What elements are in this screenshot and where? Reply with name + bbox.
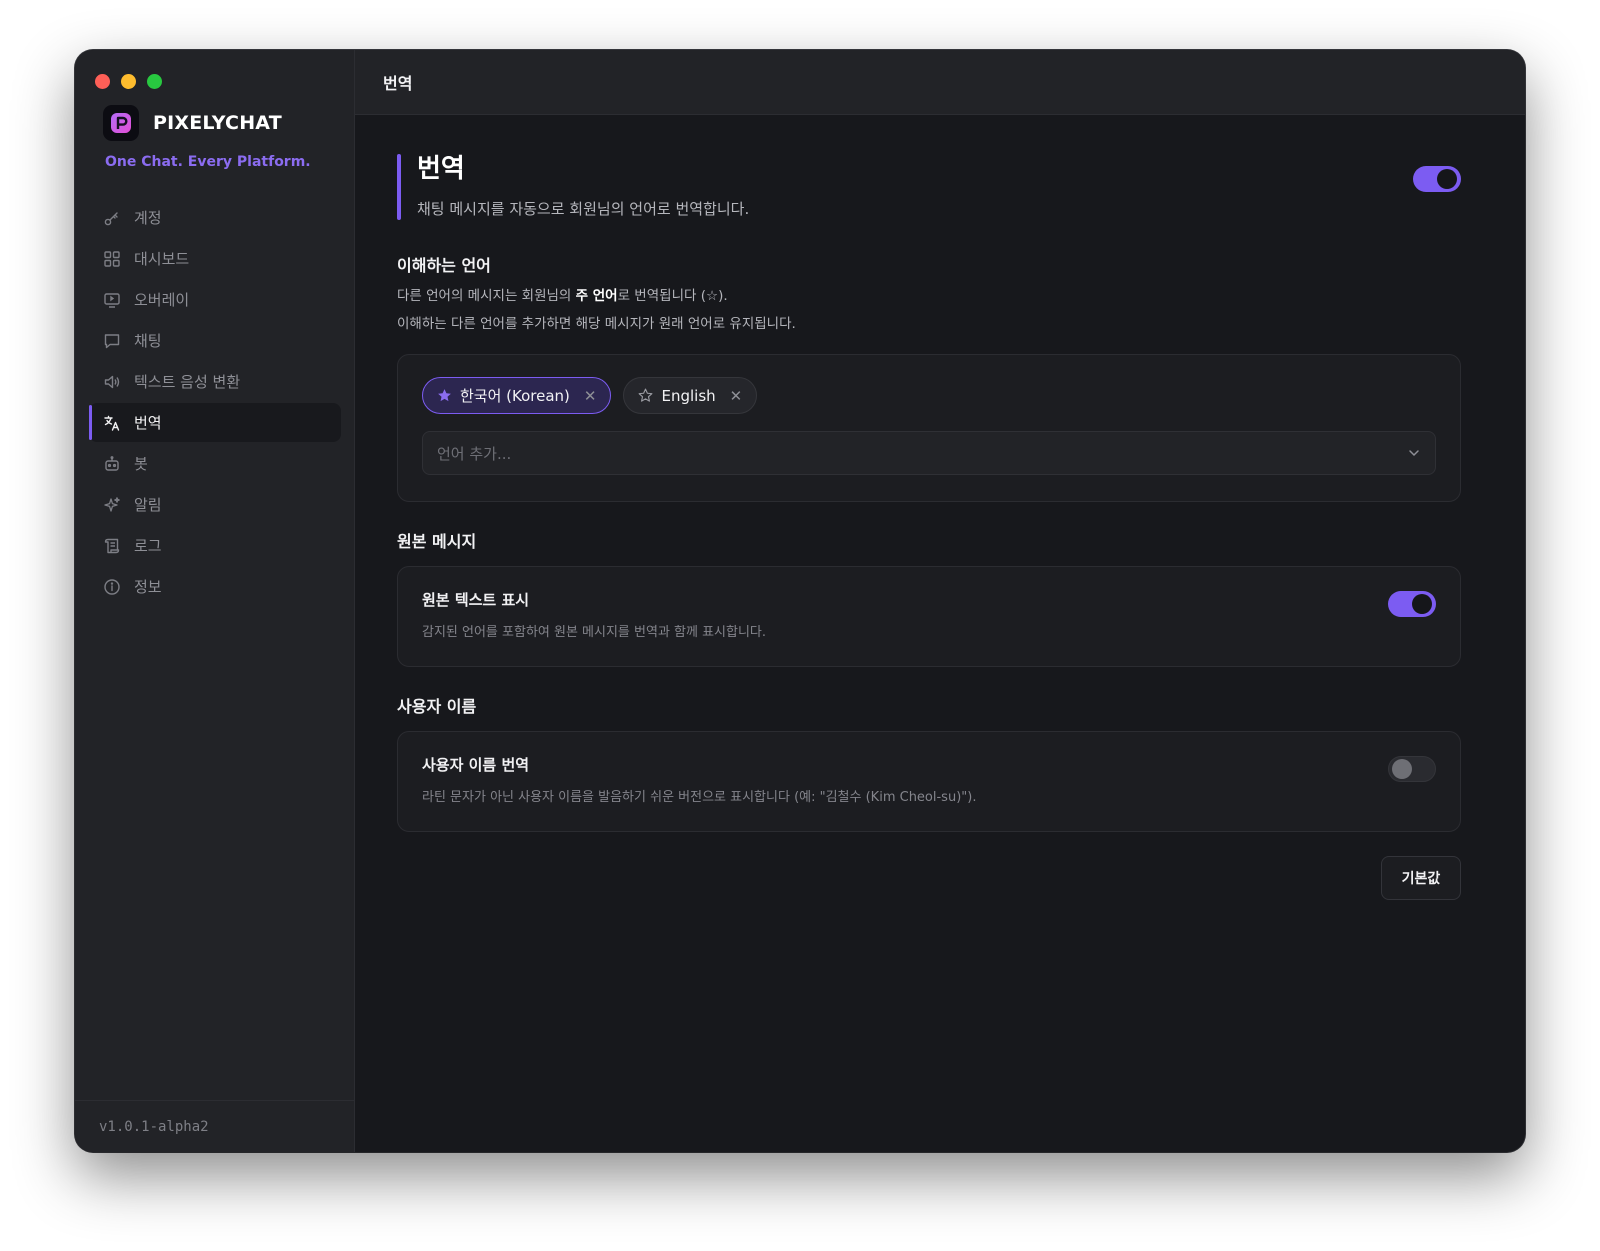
brand: PIXELYCHAT	[103, 105, 282, 141]
grid-icon	[104, 250, 120, 267]
sidebar-item-translation[interactable]: 번역	[89, 403, 341, 442]
remove-language-icon[interactable]: ✕	[584, 387, 597, 405]
key-icon	[104, 211, 118, 225]
sparkle-icon	[104, 496, 120, 512]
translation-settings: 번역 채팅 메시지를 자동으로 회원님의 언어로 번역합니다. 이해하는 언어 …	[397, 154, 1461, 900]
sidebar-item-label: 대시보드	[134, 250, 190, 268]
sidebar-item-notifications[interactable]: 알림	[89, 485, 341, 524]
page-header: 번역	[355, 50, 1525, 115]
speaker-icon	[104, 375, 120, 388]
scroll-icon	[104, 538, 120, 553]
languages-section-desc: 다른 언어의 메시지는 회원님의 주 언어로 번역됩니다 (☆).	[397, 282, 1461, 310]
info-icon	[104, 578, 120, 595]
remove-language-icon[interactable]: ✕	[730, 387, 743, 405]
language-chip-label: English	[661, 386, 716, 405]
close-window-button[interactable]	[95, 74, 110, 89]
primary-language-emphasis: 주 언어	[575, 288, 618, 304]
username-section-title: 사용자 이름	[397, 697, 477, 716]
show-original-title: 원본 텍스트 표시	[422, 591, 530, 609]
sidebar-item-label: 정보	[134, 578, 162, 596]
toggle-knob	[1392, 759, 1412, 779]
page-title: 번역	[417, 154, 465, 184]
chat-bubble-icon	[104, 333, 120, 348]
add-language-placeholder: 언어 추가...	[437, 444, 512, 463]
version-label: v1.0.1-alpha2	[75, 1100, 354, 1152]
language-chip-english[interactable]: English ✕	[623, 377, 758, 414]
languages-section-desc-2: 이해하는 다른 언어를 추가하면 해당 메시지가 원래 언어로 유지됩니다.	[397, 316, 796, 332]
sidebar-item-label: 로그	[134, 537, 162, 555]
sidebar-item-bot[interactable]: 봇	[89, 444, 341, 483]
show-original-card: 원본 텍스트 표시 감지된 언어를 포함하여 원본 메시지를 번역과 함께 표시…	[397, 566, 1461, 667]
minimize-window-button[interactable]	[121, 74, 136, 89]
sidebar-item-label: 채팅	[134, 332, 162, 350]
sidebar-item-logs[interactable]: 로그	[89, 526, 341, 565]
toggle-knob	[1437, 169, 1457, 189]
language-chips: 한국어 (Korean) ✕ English ✕	[422, 377, 1436, 414]
sidebar-nav: 계정 대시보드 오버레이 채팅 텍스트 음성 변환 번역 봇 알림 로그 정보	[89, 198, 341, 608]
sidebar-item-label: 번역	[134, 414, 162, 432]
sidebar-item-label: 봇	[134, 455, 148, 473]
sidebar-item-tts[interactable]: 텍스트 음성 변환	[89, 362, 341, 401]
language-chip-label: 한국어 (Korean)	[460, 387, 570, 405]
translation-enabled-toggle[interactable]	[1413, 166, 1461, 192]
bot-icon	[105, 455, 119, 471]
sidebar-item-label: 계정	[134, 209, 162, 227]
reset-defaults-button[interactable]: 기본값	[1381, 856, 1461, 900]
username-section: 사용자 이름 사용자 이름 번역 라틴 문자가 아닌 사용자 이름을 발음하기 …	[397, 693, 1461, 832]
chevron-down-icon	[1409, 450, 1419, 457]
maximize-window-button[interactable]	[147, 74, 162, 89]
show-original-desc: 감지된 언어를 포함하여 원본 메시지를 번역과 함께 표시합니다.	[422, 625, 767, 640]
languages-card: 한국어 (Korean) ✕ English ✕ 언어 추가...	[397, 354, 1461, 502]
add-language-select[interactable]: 언어 추가...	[422, 431, 1436, 475]
actions-row: 기본값	[397, 856, 1461, 900]
translate-username-toggle[interactable]	[1388, 756, 1436, 782]
window-controls	[95, 74, 162, 89]
sidebar-item-label: 텍스트 음성 변환	[134, 373, 241, 391]
app-window: PIXELYCHAT One Chat. Every Platform. 계정 …	[75, 50, 1525, 1152]
page-header-title: 번역	[383, 74, 413, 93]
star-outline-icon[interactable]	[638, 388, 653, 403]
translate-icon	[104, 415, 120, 431]
languages-desc-text: 다른 언어의 메시지는 회원님의	[397, 288, 576, 304]
language-chip-korean[interactable]: 한국어 (Korean) ✕	[422, 377, 612, 414]
sidebar-item-overlay[interactable]: 오버레이	[89, 280, 341, 319]
sidebar-item-label: 오버레이	[134, 291, 190, 309]
sidebar-item-info[interactable]: 정보	[89, 567, 341, 606]
sidebar-item-dashboard[interactable]: 대시보드	[89, 239, 341, 278]
translate-username-title: 사용자 이름 번역	[422, 756, 530, 774]
sidebar-item-account[interactable]: 계정	[89, 198, 341, 237]
page-description: 채팅 메시지를 자동으로 회원님의 언어로 번역합니다.	[417, 200, 750, 218]
languages-section-title: 이해하는 언어	[397, 256, 491, 275]
brand-name: PIXELYCHAT	[153, 112, 282, 134]
translate-username-desc: 라틴 문자가 아닌 사용자 이름을 발음하기 쉬운 버전으로 표시합니다 (예:…	[422, 790, 977, 805]
sidebar: PIXELYCHAT One Chat. Every Platform. 계정 …	[75, 50, 355, 1152]
star-filled-icon[interactable]	[437, 388, 452, 403]
main-panel: 번역 번역 채팅 메시지를 자동으로 회원님의 언어로 번역합니다. 이해하는 …	[355, 50, 1525, 1152]
translation-hero: 번역 채팅 메시지를 자동으로 회원님의 언어로 번역합니다.	[397, 154, 1461, 220]
translate-username-card: 사용자 이름 번역 라틴 문자가 아닌 사용자 이름을 발음하기 쉬운 버전으로…	[397, 731, 1461, 832]
toggle-knob	[1412, 594, 1432, 614]
sidebar-item-chat[interactable]: 채팅	[89, 321, 341, 360]
monitor-icon	[104, 292, 120, 308]
show-original-toggle[interactable]	[1388, 591, 1436, 617]
languages-section: 이해하는 언어 다른 언어의 메시지는 회원님의 주 언어로 번역됩니다 (☆)…	[397, 252, 1461, 502]
pixelychat-logo-icon	[103, 105, 139, 141]
tagline: One Chat. Every Platform.	[105, 154, 311, 170]
sidebar-item-label: 알림	[134, 496, 162, 514]
original-message-section: 원본 메시지 원본 텍스트 표시 감지된 언어를 포함하여 원본 메시지를 번역…	[397, 528, 1461, 667]
languages-desc-text: 로 번역됩니다 (☆).	[617, 288, 728, 304]
original-section-title: 원본 메시지	[397, 532, 477, 551]
